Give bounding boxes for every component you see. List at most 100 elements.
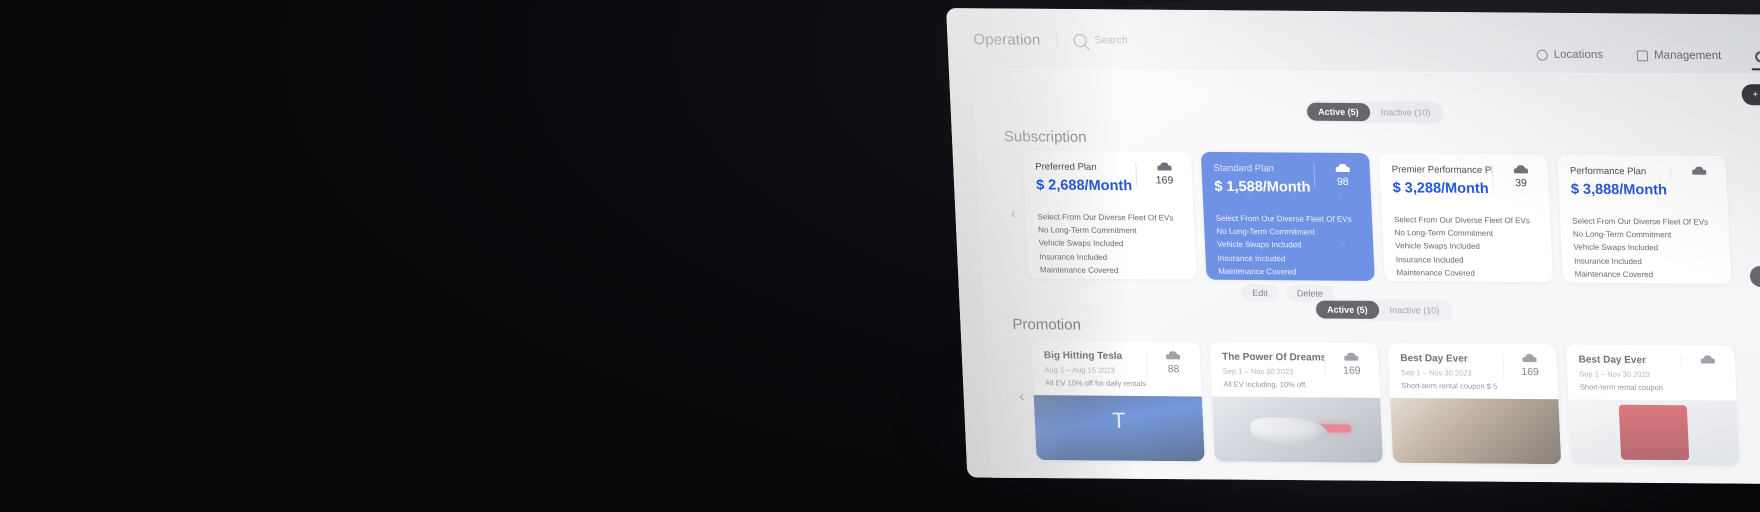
plan-price: $ 1,588/Month [1214, 178, 1311, 196]
brand-title: Operation [973, 30, 1041, 49]
promotion-new-button[interactable]: + New [1749, 265, 1760, 288]
feature-item: Select From Our Diverse Fleet Of EVs [1393, 215, 1531, 226]
feature-item: Select From Our Diverse Fleet Of EVs [1215, 213, 1352, 224]
plan-name: Performance Plan [1569, 165, 1647, 178]
promotion-card[interactable]: The Power Of Dreams Sep 1 – Nov 30 2023 … [1209, 341, 1384, 463]
promo-filter-inactive[interactable]: Inactive (10) [1378, 301, 1450, 320]
car-interior-image [1390, 397, 1562, 465]
promo-title: Best Day Ever [1578, 354, 1647, 367]
feature-item: No Long-Term Commitment [1037, 225, 1137, 236]
app-header: Operation Search Locations Management [946, 8, 1760, 77]
plan-name: Premier Performance Plan [1391, 164, 1493, 177]
promo-date: Sep 1 – Nov 30 2023 [1579, 369, 1651, 380]
feature-item: Insurance Included [1573, 256, 1643, 266]
plan-features: Select From Our Diverse Fleet Of EVs No … [1572, 215, 1720, 284]
feature-item: Insurance Included [1395, 254, 1464, 265]
filter-active[interactable]: Active (5) [1306, 102, 1371, 122]
plan-card[interactable]: Preferred Plan $ 2,688/Month 169 Select … [1022, 150, 1197, 280]
gear-icon [1755, 50, 1760, 62]
search-input[interactable]: Search [1073, 33, 1128, 47]
feature-item: Vehicle Swaps Included [1395, 241, 1481, 252]
card-divider [1393, 205, 1538, 207]
tab-plans[interactable]: Plans [1755, 50, 1760, 70]
car-icon [1344, 353, 1358, 362]
header-divider [1055, 30, 1058, 49]
feature-item: Insurance Included [1039, 251, 1108, 262]
feature-item: Select From Our Diverse Fleet Of EVs [1037, 212, 1174, 223]
promo-desc: All EV including, 10% off. [1223, 379, 1308, 390]
promo-date: Aug 1 – Aug 15 2023 [1044, 365, 1115, 375]
feature-item: Maintenance Covered [1574, 269, 1654, 279]
promo-filter-active[interactable]: Active (5) [1315, 300, 1380, 319]
tesla-logo-image [1033, 395, 1205, 462]
feature-item: Maintenance Covered [1218, 266, 1297, 277]
plan-price: $ 2,688/Month [1035, 177, 1133, 195]
nav-tabs: Locations Management Plans [1535, 13, 1760, 77]
search-icon [1073, 33, 1087, 47]
subscription-new-button[interactable]: + New [1741, 84, 1760, 106]
edit-button[interactable]: Edit [1240, 283, 1280, 303]
promo-desc: Short-term rental coupon [1579, 382, 1664, 393]
card-divider [1036, 202, 1182, 204]
plan-name: Preferred Plan [1035, 161, 1097, 173]
feature-item: No Long-Term Commitment [1216, 227, 1316, 237]
plan-vehicle-count: 169 [1155, 174, 1174, 187]
plan-price: $ 3,888/Month [1570, 181, 1668, 199]
promo-date: Sep 1 – Nov 30 2023 [1222, 366, 1294, 377]
promotion-status-filter: Active (5) Inactive (10) [1313, 298, 1453, 322]
car-headlight-image [1211, 396, 1384, 463]
promo-title: The Power Of Dreams [1221, 351, 1325, 364]
plan-vehicle-count: 39 [1514, 177, 1528, 190]
plan-features: Select From Our Diverse Fleet Of EVs No … [1037, 210, 1185, 279]
promo-date: Sep 1 – Nov 30 2023 [1400, 368, 1472, 378]
content-panel: + New Active (5) Inactive (10) Subscript… [972, 68, 1760, 485]
tab-management-label: Management [1653, 49, 1722, 63]
subscription-status-filter: Active (5) Inactive (10) [1304, 100, 1444, 124]
feature-item: No Long-Term Commitment [1394, 228, 1494, 239]
car-icon [1335, 164, 1349, 173]
promo-desc: All EV 10% off for daily rentals [1044, 378, 1147, 389]
promotion-carousel[interactable]: Big Hitting Tesla Aug 1 – Aug 15 2023 Al… [1031, 340, 1740, 466]
car-icon [1691, 167, 1705, 176]
filter-inactive[interactable]: Inactive (10) [1369, 103, 1441, 122]
promo-title: Big Hitting Tesla [1043, 350, 1123, 362]
promotion-prev-arrow[interactable]: ‹ [1011, 386, 1032, 406]
card-divider [1215, 203, 1360, 205]
plan-card[interactable]: Premier Performance Plan $ 3,288/Month 3… [1379, 153, 1554, 283]
subscription-prev-arrow[interactable]: ‹ [1003, 203, 1024, 223]
car-icon [1701, 355, 1715, 364]
tab-locations[interactable]: Locations [1536, 49, 1603, 70]
plan-name: Standard Plan [1213, 162, 1275, 175]
globe-icon [1536, 49, 1548, 61]
promotion-title: Promotion [1012, 316, 1082, 334]
promotion-card[interactable]: Best Day Ever Sep 1 – Nov 30 2023 Short-… [1387, 343, 1562, 465]
laptop-screen: ✦ ▾ ▤ 🔔 T Operation Search Locati [946, 8, 1760, 485]
promo-vehicle-count: 88 [1167, 363, 1180, 376]
feature-item: Maintenance Covered [1396, 267, 1476, 278]
plan-vehicle-count: 98 [1336, 175, 1349, 188]
feature-item: VIP Concierge Service [1040, 276, 1185, 279]
feature-item: Vehicle Swaps Included [1573, 242, 1659, 253]
feature-item: Insurance Included [1217, 253, 1286, 263]
plan-features: Select From Our Diverse Fleet Of EVs No … [1216, 212, 1364, 281]
plan-card[interactable]: Performance Plan $ 3,888/Month Select Fr… [1557, 154, 1732, 284]
promotion-card[interactable]: Big Hitting Tesla Aug 1 – Aug 15 2023 Al… [1031, 340, 1205, 462]
search-placeholder: Search [1094, 34, 1128, 47]
app-window: ✦ ▾ ▤ 🔔 T Operation Search Locati [946, 8, 1760, 485]
car-icon [1522, 354, 1536, 363]
subscription-carousel[interactable]: Preferred Plan $ 2,688/Month 169 Select … [1022, 150, 1732, 284]
feature-item: VIP Concierge Service [1575, 281, 1720, 284]
red-tesla-image [1568, 399, 1740, 466]
feature-item: Vehicle Swaps Included [1216, 240, 1302, 250]
plan-card-selected[interactable]: Standard Plan $ 1,588/Month 98 Select Fr… [1200, 151, 1375, 281]
feature-item: VIP Concierge Service [1397, 279, 1542, 282]
promo-desc: Short-term rental coupon $ 5 [1401, 381, 1498, 391]
feature-item: Vehicle Swaps Included [1038, 238, 1124, 249]
promo-vehicle-count: 169 [1342, 364, 1361, 377]
promotion-card[interactable]: Best Day Ever Sep 1 – Nov 30 2023 Short-… [1565, 344, 1740, 466]
screenshot-root: ✦ ▾ ▤ 🔔 T Operation Search Locati [0, 0, 1760, 512]
plan-price: $ 3,288/Month [1392, 180, 1490, 198]
car-icon [1513, 165, 1527, 174]
tab-management[interactable]: Management [1636, 49, 1722, 70]
tab-locations-label: Locations [1553, 48, 1604, 62]
